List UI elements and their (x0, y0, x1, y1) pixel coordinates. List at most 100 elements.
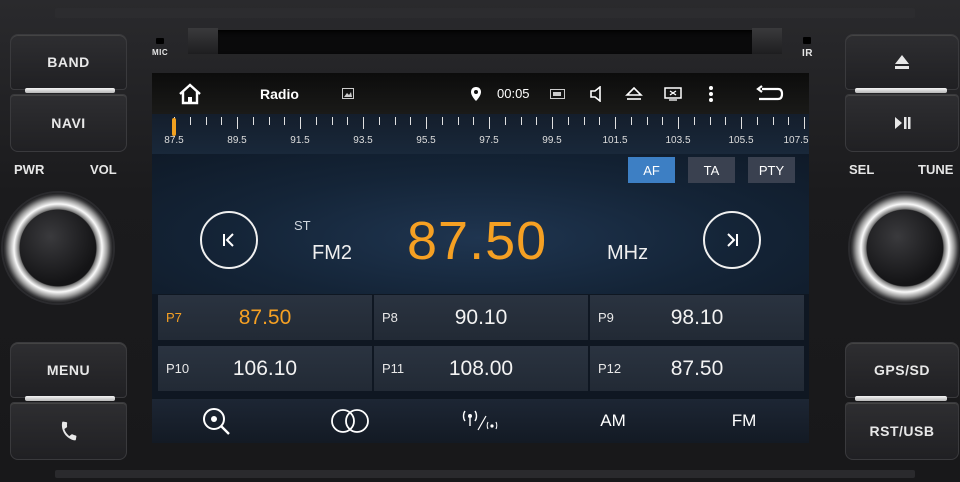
dial-tick (615, 117, 616, 129)
preset-grid: P7 87.50 P8 90.10 P9 98.10 P10 106.10 P1… (152, 294, 809, 398)
dial-label: 107.5 (783, 135, 809, 146)
stereo-button[interactable] (322, 399, 378, 443)
phone-button[interactable] (10, 402, 127, 460)
play-pause-button[interactable] (845, 94, 959, 152)
local-distance-button[interactable] (455, 399, 505, 443)
search-button[interactable] (192, 399, 242, 443)
volume-knob-cap (20, 210, 96, 286)
vol-label: VOL (90, 162, 117, 177)
pwr-label: PWR (14, 162, 45, 177)
preset-p9[interactable]: P9 98.10 (590, 295, 804, 340)
seek-next-button[interactable] (703, 211, 761, 269)
preset-p12[interactable]: P12 87.50 (590, 346, 804, 391)
band-button-label: BAND (47, 54, 90, 70)
battery-icon (550, 88, 565, 99)
dial-label: 101.5 (602, 135, 628, 146)
tune-label: TUNE (918, 162, 954, 177)
dial-tick (441, 117, 443, 125)
af-button[interactable]: AF (628, 157, 675, 183)
band-name: FM2 (312, 242, 352, 264)
dial-tick (394, 117, 396, 125)
menu-button[interactable]: MENU (10, 342, 127, 398)
dial-tick (221, 117, 223, 125)
home-button[interactable] (177, 73, 203, 114)
preset-frequency: 108.00 (448, 356, 514, 380)
ta-button[interactable]: TA (688, 157, 735, 183)
eject-screen-button[interactable] (625, 73, 643, 114)
preset-p10[interactable]: P10 106.10 (158, 346, 372, 391)
dial-tick (678, 117, 679, 129)
rst-usb-button[interactable]: RST/USB (845, 402, 959, 460)
gps-sd-label: GPS/SD (874, 362, 930, 378)
image-notification (342, 73, 354, 114)
dial-tick (536, 117, 538, 125)
cd-slot-right-tab (752, 28, 782, 54)
broadcast-icon (462, 410, 498, 431)
head-unit: MIC IR BAND NAVI PWR VOL MENU SEL TUNE G… (0, 0, 960, 482)
ir-sensor (803, 37, 811, 44)
dial-tick (457, 117, 459, 125)
more-button[interactable] (708, 73, 714, 114)
screen-off-button[interactable] (664, 73, 682, 114)
tune-knob[interactable] (850, 193, 960, 303)
mic-label: MIC (152, 48, 169, 57)
dial-tick (646, 117, 648, 125)
back-button[interactable] (756, 73, 784, 114)
play-pause-icon (895, 117, 911, 129)
sel-label: SEL (849, 162, 875, 177)
preset-frequency: 106.10 (232, 356, 298, 380)
cd-slot-left-tab (188, 28, 218, 54)
preset-p7[interactable]: P7 87.50 (158, 295, 372, 340)
dial-tick (788, 117, 790, 125)
dial-tick (630, 117, 632, 125)
battery-indicator (550, 73, 566, 114)
location-indicator (471, 73, 481, 114)
dial-tick (662, 117, 664, 125)
dial-tick (599, 117, 601, 125)
eject-button[interactable] (845, 34, 959, 90)
location-pin-icon (471, 86, 481, 101)
more-icon (709, 85, 713, 102)
dial-tick (237, 117, 238, 129)
gps-sd-button[interactable]: GPS/SD (845, 342, 959, 398)
left-top-separator (25, 88, 115, 93)
pty-button[interactable]: PTY (748, 157, 795, 183)
band-button[interactable]: BAND (10, 34, 127, 90)
volume-knob[interactable] (3, 193, 113, 303)
eject-icon (895, 55, 909, 69)
dial-tick (315, 117, 317, 125)
preset-p11[interactable]: P11 108.00 (374, 346, 588, 391)
stereo-icon (331, 409, 369, 433)
dial-tick (252, 117, 254, 125)
next-icon (727, 233, 738, 247)
frequency-dial[interactable]: 87.5 89.5 91.5 93.5 95.5 97.5 99.5 101.5 103.5 10… (152, 114, 809, 154)
dial-tick (426, 117, 427, 129)
dial-tick (693, 117, 695, 125)
seek-previous-button[interactable] (200, 211, 258, 269)
dial-label: 89.5 (227, 135, 247, 146)
fm-button[interactable]: FM (719, 399, 769, 443)
search-icon (203, 408, 230, 435)
clock: 00:05 (497, 86, 530, 101)
dial-tick (363, 117, 364, 129)
rst-usb-label: RST/USB (869, 423, 935, 439)
dial-tick (300, 117, 301, 129)
dial-tick (410, 117, 412, 125)
preset-frequency: 87.50 (238, 305, 292, 329)
dial-tick (489, 117, 490, 129)
dial-tick (284, 117, 286, 125)
volume-button[interactable] (590, 73, 604, 114)
dial-label: 97.5 (479, 135, 499, 146)
back-icon (756, 84, 784, 100)
dial-label: 87.5 (164, 135, 184, 146)
navi-button-label: NAVI (51, 115, 86, 131)
dial-tick (347, 117, 349, 125)
am-button[interactable]: AM (588, 399, 638, 443)
dial-tick (378, 117, 380, 125)
bottom-trim (55, 470, 915, 478)
frequency-marker[interactable] (172, 118, 176, 136)
left-bottom-separator (25, 396, 115, 401)
navi-button[interactable]: NAVI (10, 94, 127, 152)
dial-tick (725, 117, 727, 125)
preset-p8[interactable]: P8 90.10 (374, 295, 588, 340)
